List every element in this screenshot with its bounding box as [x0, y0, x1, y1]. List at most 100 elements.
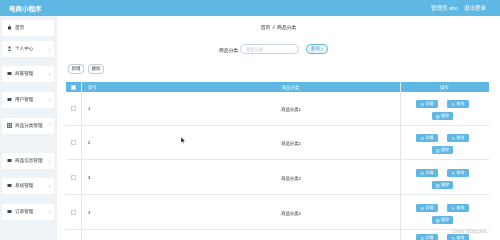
header-index: 索引 — [88, 85, 97, 90]
sidebar-item-label: 商家管理 — [15, 71, 34, 76]
mouse-cursor-icon — [181, 137, 186, 144]
search-icon: ⌕ — [320, 46, 324, 52]
edit-button-label: 修改 — [456, 101, 465, 106]
trash-icon: ▥ — [435, 113, 440, 119]
sidebar-item-goods[interactable]: 商品信息管理 ⌄ — [2, 153, 54, 169]
delete-button[interactable]: ▥ 删除 — [432, 181, 453, 189]
chevron-down-icon: ⌄ — [48, 209, 52, 214]
edit-icon: ✎ — [451, 205, 455, 211]
detail-button-label: 详情 — [425, 205, 434, 210]
detail-button[interactable]: ☰ 详情 — [416, 100, 438, 108]
edit-icon: ✎ — [451, 135, 455, 141]
logout-link[interactable]: 退出登录 — [464, 4, 486, 12]
row-checkbox[interactable] — [71, 140, 76, 145]
chevron-down-icon: ⌄ — [48, 158, 52, 163]
chevron-down-icon: ⌄ — [48, 46, 52, 51]
edit-icon: ✎ — [451, 101, 455, 107]
detail-button-label: 详情 — [425, 101, 434, 106]
edit-button-label: 修改 — [456, 205, 465, 210]
row-category-name: 商品分类2 — [281, 141, 301, 146]
detail-button-label: 详情 — [425, 170, 434, 175]
top-bar: 电商小程序 管理员 abo 退出登录 — [0, 0, 500, 16]
sidebar-item-label: 商品信息管理 — [15, 158, 43, 163]
search-button-label: 查询 — [310, 46, 320, 51]
row-category-name: 商品分类4 — [281, 211, 301, 216]
delete-button[interactable]: ▥ 删除 — [432, 112, 453, 120]
detail-button-label: 详情 — [425, 235, 434, 240]
select-all-checkbox[interactable] — [71, 84, 76, 90]
detail-icon: ☰ — [420, 205, 425, 211]
edit-button[interactable]: ✎ 修改 — [447, 100, 469, 108]
sidebar-item-category[interactable]: 商品分类管理 ⌃ — [2, 118, 54, 134]
category-icon — [7, 123, 12, 128]
sidebar-item-label: 商品分类管理 — [15, 123, 43, 128]
sidebar-item-orders[interactable]: 订单管理 ⌄ — [2, 204, 54, 220]
detail-button[interactable]: ☰ 详情 — [416, 134, 438, 142]
chevron-up-icon: ⌃ — [48, 123, 52, 128]
chevron-down-icon: ⌄ — [48, 97, 52, 102]
main-content: 首页//商品分类 商品分类 查询⌕ 新增 删除 索引 商品分类 操作 1 商品分… — [57, 16, 500, 240]
detail-icon: ☰ — [420, 170, 425, 176]
detail-button-label: 详情 — [425, 135, 434, 140]
delete-button-label: 删除 — [441, 147, 450, 152]
edit-button[interactable]: ✎ 修改 — [447, 204, 469, 212]
sidebar-item-users[interactable]: 用户管理 ⌄ — [2, 92, 54, 108]
goods-icon — [7, 159, 12, 162]
breadcrumb: 首页//商品分类 — [57, 24, 500, 31]
sidebar-item-label: 个人中心 — [15, 46, 34, 51]
delete-button-label: 删除 — [441, 182, 450, 187]
detail-button[interactable]: ☰ 详情 — [416, 169, 438, 177]
edit-icon: ✎ — [451, 170, 455, 176]
app-title: 电商小程序 — [9, 6, 42, 13]
sidebar-item-merchants[interactable]: 商家管理 ⌄ — [2, 66, 54, 82]
sidebar-item-label: 用户管理 — [15, 97, 34, 102]
store-icon — [7, 72, 12, 75]
chevron-down-icon: ⌄ — [48, 183, 52, 188]
edit-button[interactable]: ✎ 修改 — [447, 169, 469, 177]
breadcrumb-home[interactable]: 首页 — [261, 26, 271, 31]
edit-button-label: 修改 — [456, 170, 465, 175]
sidebar-item-label: 首页 — [15, 25, 25, 30]
row-index: 1 — [88, 106, 91, 111]
row-category-name: 商品分类1 — [281, 107, 301, 112]
table-row: 1 商品分类1 ☰ 详情 ✎ 修改 ▥ 删除 — [66, 92, 489, 126]
edit-icon: ✎ — [451, 235, 455, 240]
detail-icon: ☰ — [420, 135, 425, 141]
watermark: CSDN @QQ1305.. — [452, 229, 489, 234]
chevron-down-icon: ⌄ — [48, 71, 52, 76]
table-row: 2 商品分类2 ☰ 详情 ✎ 修改 ▥ 删除 — [66, 126, 489, 160]
header-ops: 操作 — [440, 85, 449, 90]
detail-button[interactable]: ☰ 详情 — [416, 234, 438, 240]
sidebar-item-home[interactable]: 首页 — [2, 20, 54, 36]
detail-button[interactable]: ☰ 详情 — [416, 204, 438, 212]
table-row: 3 商品分类3 ☰ 详情 ✎ 修改 ▥ 删除 — [66, 161, 489, 195]
trash-icon: ▥ — [435, 217, 440, 223]
trash-icon: ▥ — [435, 182, 440, 188]
sidebar-item-profile[interactable]: 个人中心 ⌄ — [2, 41, 54, 57]
sidebar: 首页 个人中心 ⌄ 商家管理 ⌄ 用户管理 ⌄ 商品分类管理 ⌃ 商品分类 商品… — [0, 16, 56, 240]
search-input[interactable] — [240, 44, 299, 54]
detail-icon: ☰ — [420, 101, 425, 107]
batch-delete-button[interactable]: 删除 — [88, 64, 104, 74]
home-icon — [7, 25, 12, 30]
row-index: 4 — [88, 210, 91, 215]
row-checkbox[interactable] — [71, 106, 76, 111]
sidebar-item-system[interactable]: 系统管理 ⌄ — [2, 178, 54, 194]
row-checkbox[interactable] — [71, 210, 76, 215]
sidebar-item-label: 系统管理 — [15, 183, 34, 188]
row-index: 3 — [88, 175, 91, 180]
delete-button[interactable]: ▥ 删除 — [432, 146, 453, 154]
row-checkbox[interactable] — [71, 175, 76, 180]
edit-button-label: 修改 — [456, 235, 465, 240]
edit-button[interactable]: ✎ 修改 — [447, 134, 469, 142]
add-button[interactable]: 新增 — [68, 64, 84, 74]
edit-button[interactable]: ✎ 修改 — [447, 234, 469, 240]
users-icon — [7, 98, 12, 101]
breadcrumb-separator: // — [272, 26, 276, 31]
sidebar-item-label: 订单管理 — [15, 209, 34, 214]
delete-button[interactable]: ▥ 删除 — [432, 216, 453, 224]
settings-icon — [7, 184, 12, 187]
edit-button-label: 修改 — [456, 135, 465, 140]
header-name: 商品分类 — [282, 85, 300, 90]
search-button[interactable]: 查询 ⌕ — [306, 44, 328, 54]
